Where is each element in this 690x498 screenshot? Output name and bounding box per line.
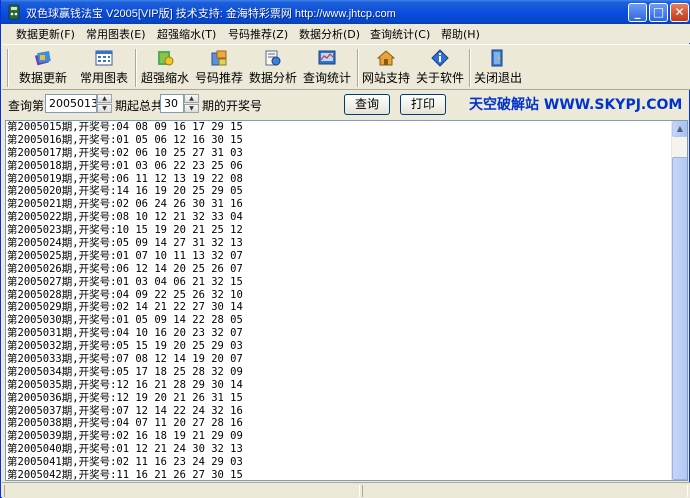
minimize-icon: _ — [634, 5, 641, 19]
menu-analysis[interactable]: 数据分析(D) — [299, 26, 360, 42]
spin-up-icon[interactable]: ▲ — [184, 94, 199, 103]
toolbar-separator — [135, 49, 137, 87]
print-button[interactable]: 打印 — [400, 94, 446, 115]
close-icon: ✕ — [674, 5, 685, 19]
data-update-icon — [34, 51, 51, 66]
website-icon — [377, 50, 395, 66]
spin-down-icon[interactable]: ▼ — [97, 104, 112, 113]
minimize-button[interactable]: _ — [628, 3, 647, 22]
menu-bar: 数据更新(F) 常用图表(E) 超强缩水(T) 号码推荐(Z) 数据分析(D) … — [2, 24, 690, 43]
period-count-input[interactable]: 30 — [160, 94, 184, 113]
data-update-button[interactable]: 数据更新 — [14, 47, 72, 89]
menu-help[interactable]: 帮助(H) — [441, 26, 480, 42]
analysis-label: 数据分析 — [248, 71, 297, 85]
query-bar: 查询第 2005013 ▲ ▼ 期起总共 30 ▲ ▼ 期的开奖号 查询 打印 … — [2, 91, 690, 119]
recommend-icon — [211, 50, 227, 66]
status-bar — [2, 482, 690, 498]
scrollbar-thumb[interactable] — [672, 157, 687, 480]
result-line: 第2005021期,开奖号:02 06 24 26 30 31 16 — [7, 198, 243, 211]
result-line: 第2005022期,开奖号:08 10 12 21 32 33 04 — [7, 211, 243, 224]
statistics-icon — [318, 50, 336, 65]
result-line: 第2005030期,开奖号:01 05 09 14 22 28 05 — [7, 314, 243, 327]
result-line: 第2005024期,开奖号:05 09 14 27 31 32 13 — [7, 237, 243, 250]
chart-icon — [95, 50, 113, 66]
query-suffix-label: 期的开奖号 — [202, 99, 263, 113]
scroll-up-icon[interactable]: ▲ — [672, 121, 687, 137]
query-prefix-label: 查询第 — [8, 99, 45, 113]
results-textarea[interactable]: 第2005015期,开奖号:04 08 09 16 17 29 15 第2005… — [5, 120, 688, 481]
about-button[interactable]: 关于软件 — [413, 47, 467, 89]
statistics-button[interactable]: 查询统计 — [300, 47, 354, 89]
window-title: 双色球赢钱法宝 V2005[VIP版] 技术支持: 金海特彩票网 http://… — [26, 8, 396, 20]
search-button[interactable]: 查询 — [344, 94, 390, 115]
website-button[interactable]: 网站支持 — [359, 47, 413, 89]
menu-recommend[interactable]: 号码推荐(Z) — [228, 26, 288, 42]
status-pane — [362, 485, 688, 497]
result-line: 第2005032期,开奖号:05 15 19 20 25 29 03 — [7, 340, 243, 353]
recommend-button[interactable]: 号码推荐 — [192, 47, 246, 89]
result-line: 第2005041期,开奖号:02 11 16 23 24 29 03 — [7, 456, 243, 469]
query-middle-label: 期起总共 — [115, 99, 164, 113]
exit-button[interactable]: 关闭退出 — [471, 47, 525, 89]
result-line: 第2005029期,开奖号:02 14 21 22 27 30 14 — [7, 301, 243, 314]
result-line: 第2005040期,开奖号:01 12 21 24 30 32 13 — [7, 443, 243, 456]
menu-charts[interactable]: 常用图表(E) — [86, 26, 146, 42]
close-button[interactable]: ✕ — [670, 3, 689, 22]
result-line: 第2005033期,开奖号:07 08 12 14 19 20 07 — [7, 353, 243, 366]
filter-button[interactable]: 超强缩水 — [138, 47, 192, 89]
filter-icon — [158, 51, 174, 66]
result-line: 第2005019期,开奖号:06 11 12 13 19 22 08 — [7, 172, 243, 185]
analysis-icon — [265, 50, 281, 66]
toolbar: 数据更新 常用图表 超强缩水 号码推荐 数据分析 查询统计 网站支持 关于软件 … — [2, 44, 690, 90]
menu-data-update[interactable]: 数据更新(F) — [16, 26, 75, 42]
result-line: 第2005028期,开奖号:04 09 22 25 26 32 10 — [7, 288, 243, 301]
result-line: 第2005031期,开奖号:04 10 16 20 23 32 07 — [7, 327, 243, 340]
result-line: 第2005027期,开奖号:01 03 04 06 21 32 15 — [7, 275, 243, 288]
result-line: 第2005035期,开奖号:12 16 21 28 29 30 14 — [7, 378, 243, 391]
status-pane — [4, 485, 360, 497]
charts-button[interactable]: 常用图表 — [75, 47, 133, 89]
vertical-scrollbar[interactable]: ▲ — [671, 121, 687, 480]
result-line: 第2005038期,开奖号:04 07 11 20 27 28 16 — [7, 417, 243, 430]
exit-icon — [491, 49, 503, 67]
toolbar-separator — [7, 49, 9, 87]
result-line: 第2005036期,开奖号:12 19 20 21 26 31 15 — [7, 391, 243, 404]
charts-label: 常用图表 — [79, 71, 128, 85]
maximize-icon: □ — [652, 5, 665, 19]
result-line: 第2005025期,开奖号:01 07 10 11 13 32 07 — [7, 249, 243, 262]
result-line: 第2005039期,开奖号:02 16 18 19 21 29 09 — [7, 430, 243, 443]
app-window: 双色球赢钱法宝 V2005[VIP版] 技术支持: 金海特彩票网 http://… — [0, 0, 690, 498]
maximize-button[interactable]: □ — [649, 3, 668, 22]
result-line: 第2005023期,开奖号:10 15 19 20 21 25 12 — [7, 224, 243, 237]
menu-statistics[interactable]: 查询统计(C) — [370, 26, 430, 42]
result-line: 第2005042期,开奖号:11 16 21 26 27 30 15 — [7, 469, 243, 481]
menu-filter[interactable]: 超强缩水(T) — [157, 26, 216, 42]
issue-number-spinner[interactable]: ▲ ▼ — [97, 94, 112, 113]
app-icon — [8, 4, 20, 20]
result-line: 第2005016期,开奖号:01 05 06 12 16 30 15 — [7, 133, 243, 146]
issue-number-input[interactable]: 2005013 — [45, 94, 97, 113]
period-count-spinner[interactable]: ▲ ▼ — [184, 94, 199, 113]
result-line: 第2005037期,开奖号:07 12 14 22 24 32 16 — [7, 404, 243, 417]
result-line: 第2005034期,开奖号:05 17 18 25 28 32 09 — [7, 365, 243, 378]
exit-label: 关闭退出 — [473, 71, 522, 85]
spin-up-icon[interactable]: ▲ — [97, 94, 112, 103]
title-bar[interactable]: 双色球赢钱法宝 V2005[VIP版] 技术支持: 金海特彩票网 http://… — [1, 0, 690, 24]
result-line: 第2005026期,开奖号:06 12 14 20 25 26 07 — [7, 262, 243, 275]
result-line: 第2005020期,开奖号:14 16 19 20 25 29 05 — [7, 185, 243, 198]
result-line: 第2005017期,开奖号:02 06 10 25 27 31 03 — [7, 146, 243, 159]
spin-down-icon[interactable]: ▼ — [184, 104, 199, 113]
statistics-label: 查询统计 — [302, 71, 351, 85]
recommend-label: 号码推荐 — [194, 71, 243, 85]
result-line: 第2005018期,开奖号:01 03 06 22 23 25 06 — [7, 159, 243, 172]
results-list: 第2005015期,开奖号:04 08 09 16 17 29 15 第2005… — [7, 121, 243, 481]
about-icon — [431, 49, 449, 67]
website-label: 网站支持 — [361, 71, 410, 85]
analysis-button[interactable]: 数据分析 — [246, 47, 300, 89]
filter-label: 超强缩水 — [140, 71, 189, 85]
result-line: 第2005015期,开奖号:04 08 09 16 17 29 15 — [7, 121, 243, 133]
about-label: 关于软件 — [415, 71, 464, 85]
data-update-label: 数据更新 — [18, 71, 67, 85]
site-banner: 天空破解站 WWW.SKYPJ.COM — [469, 97, 683, 113]
